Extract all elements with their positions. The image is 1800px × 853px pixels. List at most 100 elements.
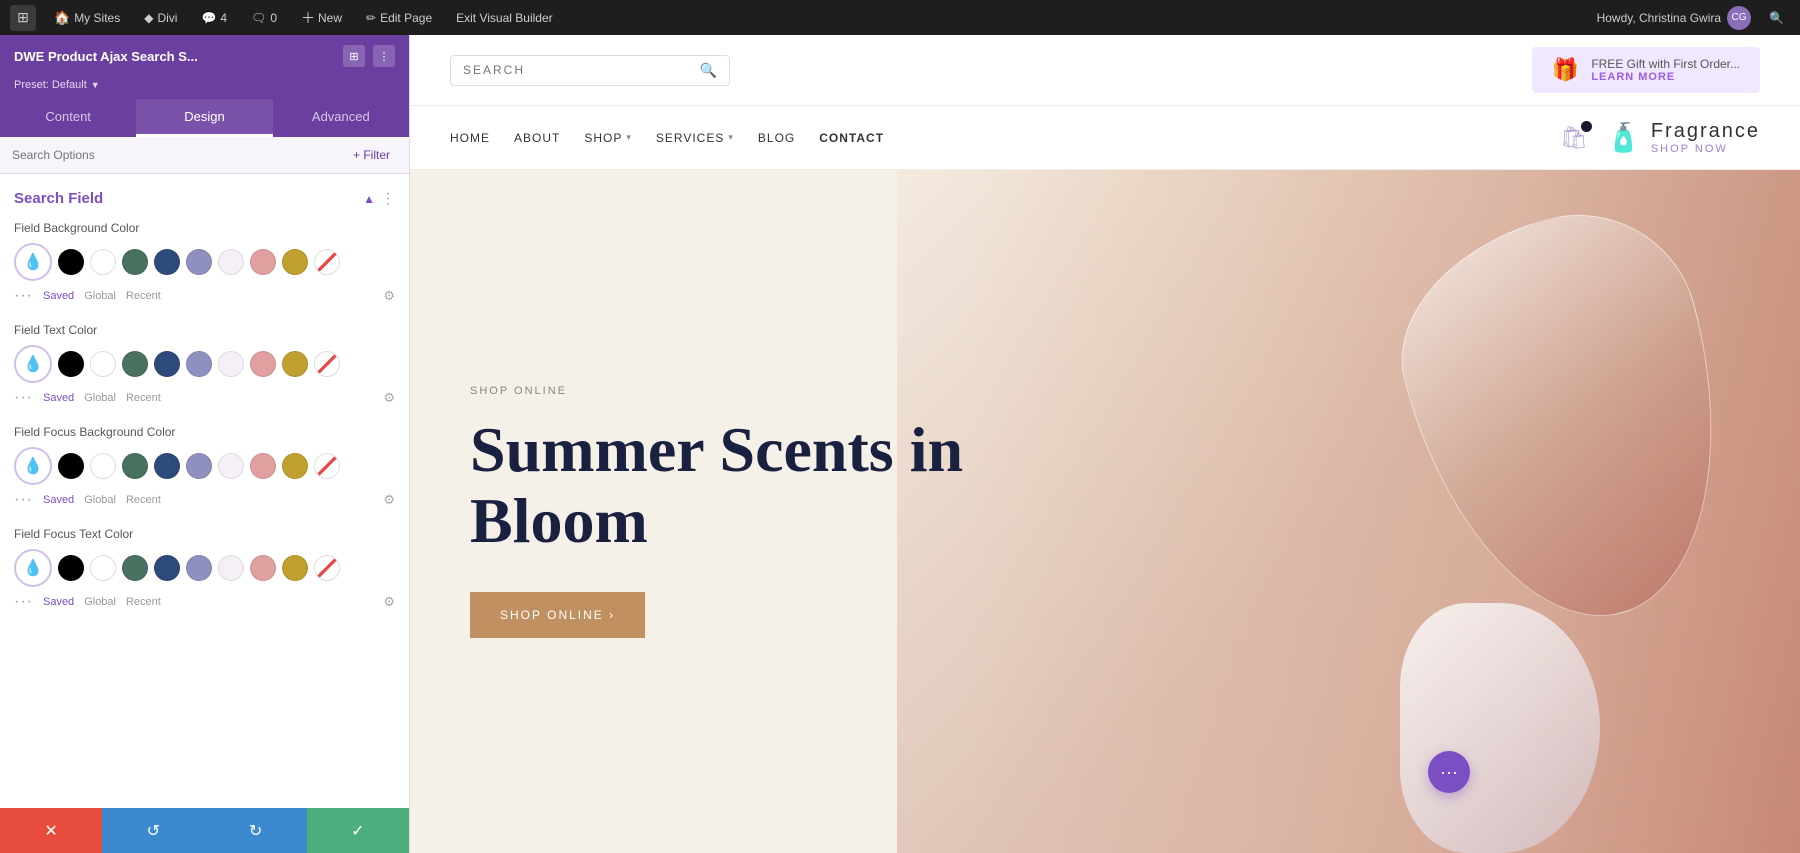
color-swatch-black[interactable]: [58, 249, 84, 275]
float-action-button[interactable]: ···: [1428, 751, 1470, 793]
color-tab-saved-2[interactable]: Saved: [43, 392, 74, 404]
color-swatch-light[interactable]: [218, 249, 244, 275]
hero-cta-button[interactable]: SHOP ONLINE ›: [470, 592, 645, 638]
color-tab-recent-4[interactable]: Recent: [126, 596, 161, 608]
site-search-bar[interactable]: 🔍: [450, 55, 730, 86]
color-dots-3[interactable]: ···: [14, 491, 33, 509]
new-menu[interactable]: ＋ New: [295, 4, 348, 32]
color-tab-global-1[interactable]: Global: [84, 290, 116, 302]
section-collapse-icon[interactable]: ▲: [363, 192, 375, 206]
site-search-input[interactable]: [463, 63, 692, 77]
color-settings-icon-2[interactable]: ⚙: [383, 390, 395, 406]
comments-menu[interactable]: 💬 4: [195, 7, 233, 29]
color-swatch-pink-2[interactable]: [250, 351, 276, 377]
fragrance-shop-link[interactable]: SHOP NOW: [1651, 143, 1760, 155]
color-swatch-navy-3[interactable]: [154, 453, 180, 479]
color-swatch-white-4[interactable]: [90, 555, 116, 581]
color-tab-global-3[interactable]: Global: [84, 494, 116, 506]
color-dots-2[interactable]: ···: [14, 389, 33, 407]
section-more-icon[interactable]: ⋮: [381, 190, 395, 207]
color-tab-saved-1[interactable]: Saved: [43, 290, 74, 302]
color-tab-saved-4[interactable]: Saved: [43, 596, 74, 608]
wp-logo-icon[interactable]: ⊞: [10, 5, 36, 31]
text-color-eyedropper[interactable]: 💧: [14, 345, 52, 383]
color-swatch-none-3[interactable]: [314, 453, 340, 479]
color-swatch-light-4[interactable]: [218, 555, 244, 581]
color-swatch-white-2[interactable]: [90, 351, 116, 377]
color-swatch-lavender-3[interactable]: [186, 453, 212, 479]
color-tab-recent-1[interactable]: Recent: [126, 290, 161, 302]
color-swatch-white-3[interactable]: [90, 453, 116, 479]
color-swatch-lavender-4[interactable]: [186, 555, 212, 581]
tab-content[interactable]: Content: [0, 99, 136, 137]
more-options-icon[interactable]: ⋮: [373, 45, 395, 67]
nav-item-contact[interactable]: CONTACT: [819, 131, 884, 145]
color-tab-recent-3[interactable]: Recent: [126, 494, 161, 506]
my-sites-menu[interactable]: 🏠 My Sites: [48, 6, 126, 30]
tab-advanced[interactable]: Advanced: [273, 99, 409, 137]
user-menu[interactable]: Howdy, Christina Gwira CG: [1597, 6, 1751, 30]
color-swatch-gold-4[interactable]: [282, 555, 308, 581]
hero-title: Summer Scents in Bloom: [470, 415, 963, 556]
color-swatch-green[interactable]: [122, 249, 148, 275]
focus-text-eyedropper[interactable]: 💧: [14, 549, 52, 587]
color-swatch-lavender-2[interactable]: [186, 351, 212, 377]
color-tab-recent-2[interactable]: Recent: [126, 392, 161, 404]
color-settings-icon-4[interactable]: ⚙: [383, 594, 395, 610]
focus-bg-eyedropper[interactable]: 💧: [14, 447, 52, 485]
admin-search-button[interactable]: 🔍: [1763, 7, 1790, 29]
nav-item-blog[interactable]: BLOG: [758, 131, 795, 145]
color-tab-global-4[interactable]: Global: [84, 596, 116, 608]
color-swatch-green-3[interactable]: [122, 453, 148, 479]
nav-item-services[interactable]: SERVICES ▾: [656, 131, 734, 145]
comments-count-menu[interactable]: 🗨 0: [245, 7, 283, 29]
undo-button[interactable]: ↺: [102, 808, 204, 853]
cart-icon[interactable]: 🛍: [1560, 125, 1588, 151]
save-button[interactable]: ✓: [307, 808, 409, 853]
color-swatch-gold-2[interactable]: [282, 351, 308, 377]
tab-design[interactable]: Design: [136, 99, 272, 137]
color-swatch-lavender[interactable]: [186, 249, 212, 275]
color-swatch-navy[interactable]: [154, 249, 180, 275]
color-swatch-green-4[interactable]: [122, 555, 148, 581]
redo-button[interactable]: ↻: [205, 808, 307, 853]
color-swatch-light-3[interactable]: [218, 453, 244, 479]
color-swatch-black-4[interactable]: [58, 555, 84, 581]
color-swatch-black-2[interactable]: [58, 351, 84, 377]
nav-item-home[interactable]: HOME: [450, 131, 490, 145]
color-swatch-pink-4[interactable]: [250, 555, 276, 581]
divi-settings-panel: DWE Product Ajax Search S... ⊞ ⋮ Preset:…: [0, 35, 410, 853]
search-options-input[interactable]: [12, 148, 338, 162]
exit-visual-builder-button[interactable]: Exit Visual Builder: [450, 7, 559, 29]
color-settings-icon-1[interactable]: ⚙: [383, 288, 395, 304]
color-swatch-gold-3[interactable]: [282, 453, 308, 479]
color-swatch-none-4[interactable]: [314, 555, 340, 581]
color-swatch-pink[interactable]: [250, 249, 276, 275]
color-swatch-none[interactable]: [314, 249, 340, 275]
divi-menu[interactable]: ◆ Divi: [138, 7, 183, 29]
bg-color-eyedropper[interactable]: 💧: [14, 243, 52, 281]
color-swatch-none-2[interactable]: [314, 351, 340, 377]
color-swatch-white[interactable]: [90, 249, 116, 275]
color-settings-icon-3[interactable]: ⚙: [383, 492, 395, 508]
color-swatch-black-3[interactable]: [58, 453, 84, 479]
preset-label[interactable]: Preset: Default: [14, 79, 87, 91]
promo-link[interactable]: LEARN MORE: [1591, 71, 1740, 83]
responsive-icon[interactable]: ⊞: [343, 45, 365, 67]
color-dots-1[interactable]: ···: [14, 287, 33, 305]
edit-page-button[interactable]: ✏ Edit Page: [360, 7, 438, 29]
color-tab-saved-3[interactable]: Saved: [43, 494, 74, 506]
color-swatch-navy-4[interactable]: [154, 555, 180, 581]
color-swatch-green-2[interactable]: [122, 351, 148, 377]
nav-item-about[interactable]: ABOUT: [514, 131, 560, 145]
fragrance-promo[interactable]: 🧴 Fragrance SHOP NOW: [1606, 120, 1760, 155]
nav-item-shop[interactable]: SHOP ▾: [584, 131, 632, 145]
color-swatch-pink-3[interactable]: [250, 453, 276, 479]
color-swatch-gold[interactable]: [282, 249, 308, 275]
color-tab-global-2[interactable]: Global: [84, 392, 116, 404]
cancel-button[interactable]: ✕: [0, 808, 102, 853]
color-dots-4[interactable]: ···: [14, 593, 33, 611]
color-swatch-light-2[interactable]: [218, 351, 244, 377]
filter-button[interactable]: + Filter: [346, 145, 397, 165]
color-swatch-navy-2[interactable]: [154, 351, 180, 377]
